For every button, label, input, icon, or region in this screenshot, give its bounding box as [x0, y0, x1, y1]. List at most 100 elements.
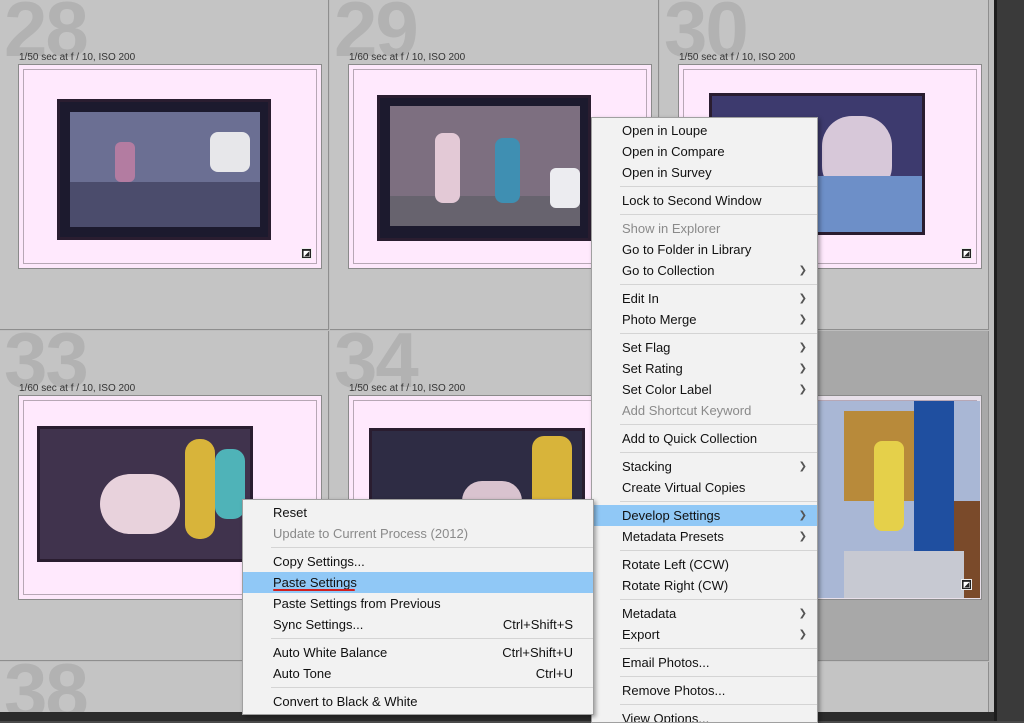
menu-item-label: Photo Merge [622, 312, 697, 327]
menu-separator [620, 284, 817, 285]
menu-item-label: Set Color Label [622, 382, 712, 397]
chevron-right-icon: ❯ [798, 265, 807, 276]
shortcut-text: Ctrl+Shift+U [502, 645, 573, 660]
submenu-item-label: Convert to Black & White [273, 694, 418, 709]
menu-item-label: Lock to Second Window [622, 193, 762, 208]
menu-item-develop-settings[interactable]: Develop Settings ❯ [592, 505, 817, 526]
menu-separator [620, 214, 817, 215]
menu-item-go-to-collection[interactable]: Go to Collection ❯ [592, 260, 817, 281]
menu-item-label: Add Shortcut Keyword [622, 403, 752, 418]
menu-item-metadata-presets[interactable]: Metadata Presets ❯ [592, 526, 817, 547]
menu-item-photo-merge[interactable]: Photo Merge ❯ [592, 309, 817, 330]
menu-separator [620, 186, 817, 187]
exposure-info: 1/50 sec at f / 10, ISO 200 [19, 52, 136, 63]
chevron-right-icon: ❯ [798, 384, 807, 395]
submenu-item-label: Paste Settings [273, 575, 357, 590]
menu-item-label: Open in Loupe [622, 123, 708, 138]
submenu-item-sync-settings[interactable]: Sync Settings... Ctrl+Shift+S [243, 614, 593, 635]
submenu-item-update-process: Update to Current Process (2012) [243, 523, 593, 544]
menu-item-label: Set Flag [622, 340, 671, 355]
menu-item-label: Metadata Presets [622, 529, 724, 544]
menu-item-set-flag[interactable]: Set Flag ❯ [592, 337, 817, 358]
menu-item-go-to-folder[interactable]: Go to Folder in Library [592, 239, 817, 260]
menu-item-label: Metadata [622, 606, 677, 621]
menu-item-label: Develop Settings [622, 508, 721, 523]
submenu-item-label: Auto White Balance [273, 645, 388, 660]
menu-item-open-in-survey[interactable]: Open in Survey [592, 162, 817, 183]
menu-item-label: Email Photos... [622, 655, 710, 670]
develop-badge-icon[interactable]: ◩ [961, 248, 972, 259]
develop-settings-submenu: Reset Update to Current Process (2012) C… [242, 499, 594, 715]
menu-item-add-quick-collection[interactable]: Add to Quick Collection [592, 428, 817, 449]
thumbnail-matte: ◩ [23, 69, 317, 264]
grid-cell-28[interactable]: 28 1/50 sec at f / 10, ISO 200 ◩ [0, 0, 329, 330]
submenu-item-reset[interactable]: Reset [243, 502, 593, 523]
context-menu: Open in Loupe Open in Compare Open in Su… [591, 117, 818, 723]
menu-item-set-rating[interactable]: Set Rating ❯ [592, 358, 817, 379]
shortcut-text: Ctrl+Shift+S [502, 617, 573, 632]
menu-item-edit-in[interactable]: Edit In ❯ [592, 288, 817, 309]
photo-image [60, 102, 268, 237]
menu-separator [620, 648, 817, 649]
menu-item-label: Go to Folder in Library [622, 242, 752, 257]
chevron-right-icon: ❯ [798, 510, 807, 521]
menu-item-label: Open in Survey [622, 165, 712, 180]
menu-item-stacking[interactable]: Stacking ❯ [592, 456, 817, 477]
menu-item-lock-second-window[interactable]: Lock to Second Window [592, 190, 817, 211]
menu-separator [620, 550, 817, 551]
develop-badge-icon[interactable]: ◩ [301, 248, 312, 259]
submenu-item-paste-from-previous[interactable]: Paste Settings from Previous [243, 593, 593, 614]
shortcut-text: Ctrl+U [535, 666, 573, 681]
menu-separator [271, 687, 593, 688]
menu-item-open-in-loupe[interactable]: Open in Loupe [592, 120, 817, 141]
filmstrip-scrollbar[interactable] [994, 0, 1024, 721]
chevron-right-icon: ❯ [798, 461, 807, 472]
submenu-item-label: Paste Settings from Previous [273, 596, 441, 611]
menu-item-label: Add to Quick Collection [622, 431, 758, 446]
menu-item-label: Create Virtual Copies [622, 480, 746, 495]
chevron-right-icon: ❯ [798, 363, 807, 374]
menu-item-label: Show in Explorer [622, 221, 721, 236]
menu-separator [620, 704, 817, 705]
menu-item-show-in-explorer: Show in Explorer [592, 218, 817, 239]
menu-item-open-in-compare[interactable]: Open in Compare [592, 141, 817, 162]
chevron-right-icon: ❯ [798, 342, 807, 353]
menu-item-label: Remove Photos... [622, 683, 726, 698]
menu-separator [620, 424, 817, 425]
chevron-right-icon: ❯ [798, 629, 807, 640]
menu-item-email-photos[interactable]: Email Photos... [592, 652, 817, 673]
exposure-info: 1/50 sec at f / 10, ISO 200 [349, 383, 466, 394]
menu-item-label: Set Rating [622, 361, 683, 376]
menu-item-set-color-label[interactable]: Set Color Label ❯ [592, 379, 817, 400]
menu-separator [271, 638, 593, 639]
submenu-item-auto-white-balance[interactable]: Auto White Balance Ctrl+Shift+U [243, 642, 593, 663]
menu-item-label: Export [622, 627, 660, 642]
submenu-item-convert-bw[interactable]: Convert to Black & White [243, 691, 593, 712]
chevron-right-icon: ❯ [798, 314, 807, 325]
menu-item-rotate-right[interactable]: Rotate Right (CW) [592, 575, 817, 596]
submenu-item-copy-settings[interactable]: Copy Settings... [243, 551, 593, 572]
menu-item-label: Rotate Right (CW) [622, 578, 729, 593]
submenu-item-paste-settings[interactable]: Paste Settings [243, 572, 593, 593]
menu-item-label: Open in Compare [622, 144, 725, 159]
exposure-info: 1/60 sec at f / 10, ISO 200 [19, 383, 136, 394]
menu-separator [271, 547, 593, 548]
menu-item-label: View Options... [622, 711, 710, 723]
menu-separator [620, 676, 817, 677]
menu-separator [620, 599, 817, 600]
menu-item-create-virtual-copies[interactable]: Create Virtual Copies [592, 477, 817, 498]
develop-badge-icon[interactable]: ◩ [961, 579, 972, 590]
exposure-info: 1/60 sec at f / 10, ISO 200 [349, 52, 466, 63]
submenu-item-label: Reset [273, 505, 307, 520]
menu-item-rotate-left[interactable]: Rotate Left (CCW) [592, 554, 817, 575]
chevron-right-icon: ❯ [798, 531, 807, 542]
submenu-item-label: Copy Settings... [273, 554, 365, 569]
menu-item-label: Rotate Left (CCW) [622, 557, 729, 572]
submenu-item-auto-tone[interactable]: Auto Tone Ctrl+U [243, 663, 593, 684]
submenu-item-label: Sync Settings... [273, 617, 364, 632]
thumbnail[interactable]: ◩ [18, 64, 322, 269]
menu-separator [620, 452, 817, 453]
menu-item-remove-photos[interactable]: Remove Photos... [592, 680, 817, 701]
menu-item-export[interactable]: Export ❯ [592, 624, 817, 645]
menu-item-metadata[interactable]: Metadata ❯ [592, 603, 817, 624]
